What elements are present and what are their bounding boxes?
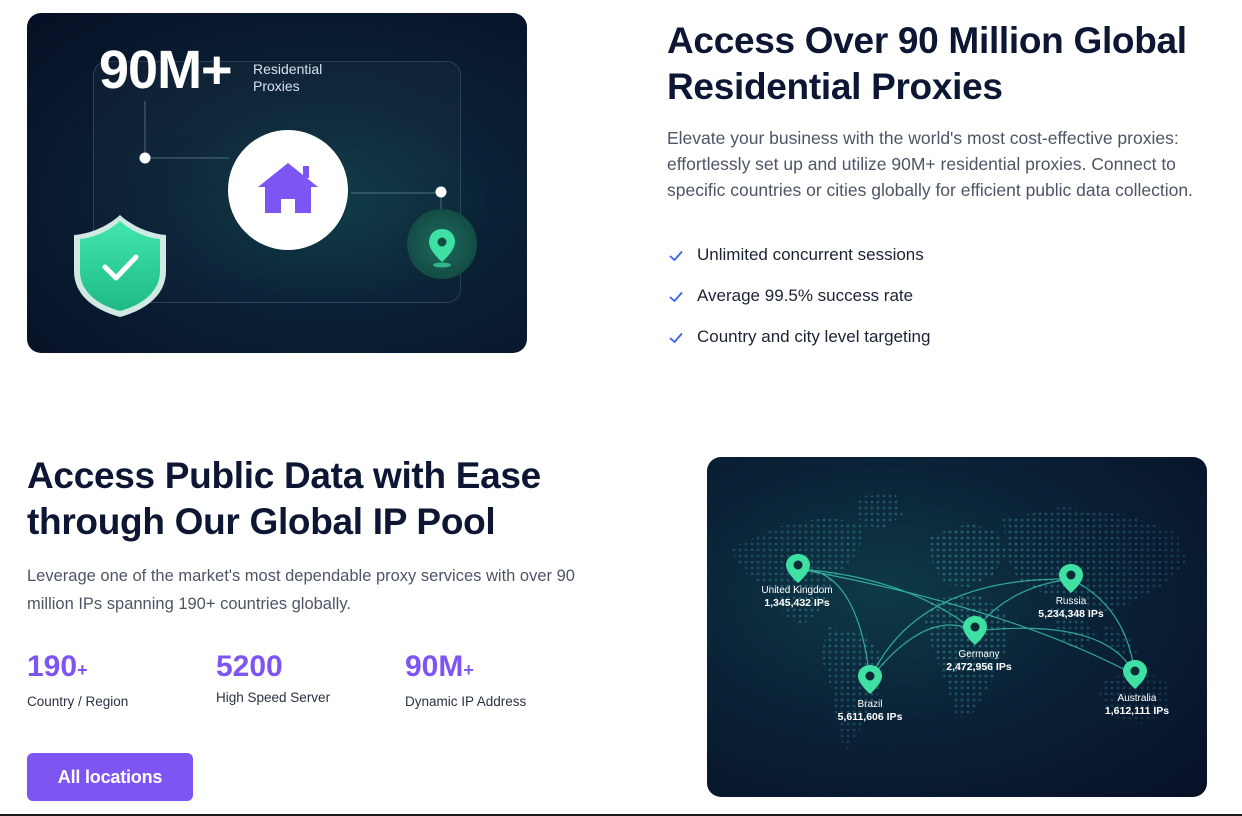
location-name: Australia: [1117, 693, 1157, 704]
stat-suffix: +: [463, 660, 474, 680]
feature-item: Unlimited concurrent sessions: [667, 245, 930, 286]
location-ips: 2,472,956 IPs: [946, 661, 1012, 673]
feature-item: Average 99.5% success rate: [667, 286, 930, 327]
stat-servers: 5200 High Speed Server: [216, 650, 331, 706]
hero-metric-label: Residential Proxies: [253, 61, 323, 94]
connector-node: [139, 152, 151, 164]
stat-label: Dynamic IP Address: [405, 694, 527, 709]
stat-label: High Speed Server: [216, 690, 331, 705]
map-location-australia: Australia 1,612,111 IPs: [1105, 693, 1169, 717]
house-icon: [228, 130, 348, 250]
stat-value: 190: [27, 650, 78, 683]
feature-label: Country and city level targeting: [697, 327, 931, 346]
section-description: Elevate your business with the world's m…: [667, 128, 1193, 200]
connector-node: [435, 186, 447, 198]
section-title-global-ip-pool: Access Public Data with Ease through Our…: [27, 455, 541, 542]
feature-item: Country and city level targeting: [667, 327, 930, 368]
location-ips: 5,611,606 IPs: [837, 711, 903, 723]
check-icon: [669, 292, 683, 302]
check-icon: [669, 251, 683, 261]
feature-list: Unlimited concurrent sessions Average 99…: [667, 245, 930, 368]
location-name: Brazil: [857, 699, 883, 710]
stat-suffix: +: [77, 660, 88, 680]
location-ips: 1,612,111 IPs: [1104, 705, 1170, 717]
shield-check-icon: [74, 215, 166, 317]
world-map: [729, 493, 1187, 753]
location-name: Russia: [1055, 596, 1087, 607]
feature-label: Average 99.5% success rate: [697, 286, 914, 305]
location-ips: 5,234,348 IPs: [1038, 608, 1104, 620]
residential-proxy-illustration: 90M+ Residential Proxies: [27, 13, 527, 353]
stat-value: 5200: [216, 650, 283, 683]
stat-countries: 190+ Country / Region: [27, 650, 129, 710]
map-location-russia: Russia 5,234,348 IPs: [1038, 596, 1103, 620]
map-location-germany: Germany 2,472,956 IPs: [946, 649, 1011, 673]
all-locations-button[interactable]: All locations: [27, 753, 193, 801]
world-map-card: United Kingdom 1,345,432 IPs Russia 5,23…: [707, 457, 1207, 797]
stat-value: 90M: [405, 650, 464, 683]
feature-label: Unlimited concurrent sessions: [697, 245, 924, 264]
map-location-brazil: Brazil 5,611,606 IPs: [838, 699, 903, 723]
location-pin-icon: [407, 209, 477, 279]
section-description: Leverage one of the market's most depend…: [27, 567, 575, 613]
location-name: Germany: [958, 649, 1000, 660]
hero-metric-value: 90M+: [99, 40, 233, 100]
stat-label: Country / Region: [27, 694, 129, 709]
stat-dynamic-ips: 90M+ Dynamic IP Address: [405, 650, 527, 710]
location-name: United Kingdom: [761, 585, 833, 596]
check-icon: [669, 333, 683, 343]
section-title-residential-proxies: Access Over 90 Million Global Residentia…: [667, 20, 1187, 107]
location-ips: 1,345,432 IPs: [764, 597, 830, 609]
map-location-uk: United Kingdom 1,345,432 IPs: [761, 585, 832, 609]
